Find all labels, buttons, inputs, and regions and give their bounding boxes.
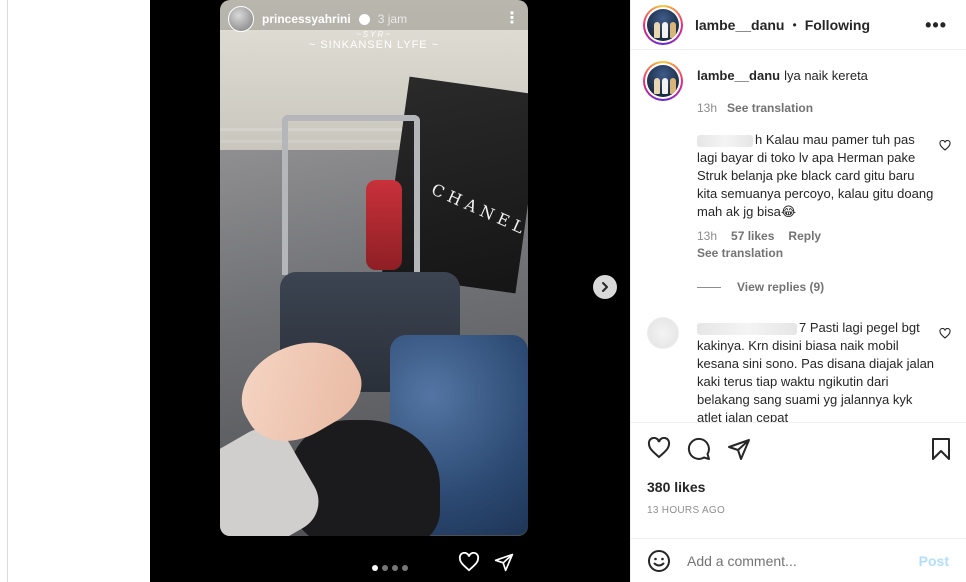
comments-list[interactable]: lambe__danu lya naik kereta 13h See transl… <box>631 51 966 422</box>
story-caption: ~SYR~ ~ SINKANSEN LYFE ~ <box>220 30 528 51</box>
post-comment-button[interactable]: Post <box>919 553 949 569</box>
bookmark-icon[interactable] <box>931 437 951 461</box>
caption-meta: 13h See translation <box>697 101 813 115</box>
comment-icon[interactable] <box>687 437 711 461</box>
view-replies-button[interactable]: View replies (9) <box>697 280 824 294</box>
post-actions: 380 likes 13 HOURS AGO <box>631 422 966 547</box>
comment-input[interactable] <box>687 552 907 569</box>
caption-body: lya naik kereta <box>784 68 868 83</box>
story-header: princessyahrini 3 jam ⋮ <box>228 6 520 32</box>
carousel-dot <box>382 565 388 571</box>
comment-text: h Kalau mau pamer tuh pas lagi bayar di … <box>697 131 937 221</box>
caption-see-translation[interactable]: See translation <box>727 101 813 115</box>
page-left-edge <box>0 0 8 582</box>
chevron-right-icon <box>602 282 608 292</box>
story-caption-small: ~SYR~ <box>356 30 392 39</box>
caption-avatar[interactable] <box>643 61 683 101</box>
share-icon[interactable] <box>727 437 751 461</box>
comment-time: 13h <box>697 229 718 243</box>
likes-count[interactable]: 380 likes <box>647 479 705 495</box>
author-avatar[interactable] <box>643 4 683 45</box>
comment-likes[interactable]: 57 likes <box>731 229 774 243</box>
carousel-dot <box>402 565 408 571</box>
story-screenshot: CHANEL princessyahrini 3 jam ⋮ ~SYR~ ~ S… <box>220 0 528 536</box>
blurred-username <box>697 322 797 335</box>
carousel-dots <box>372 565 408 571</box>
caption-time: 13h <box>697 101 718 115</box>
story-username[interactable]: princessyahrini <box>262 12 351 26</box>
comment-meta: 13h 57 likes Reply <box>697 229 835 243</box>
verified-icon <box>358 13 370 25</box>
view-replies-label: View replies (9) <box>737 280 825 294</box>
story-actions <box>458 552 514 572</box>
carousel-dot <box>372 565 378 571</box>
more-horizontal-icon[interactable]: ••• <box>925 15 947 36</box>
replies-line <box>697 286 721 288</box>
like-icon[interactable] <box>647 437 671 459</box>
commenter-avatar[interactable] <box>647 317 679 349</box>
send-icon[interactable] <box>494 552 514 572</box>
following-button[interactable]: Following <box>805 17 870 33</box>
more-vertical-icon[interactable]: ⋮ <box>504 11 520 27</box>
story-time: 3 jam <box>377 12 408 26</box>
heart-icon[interactable] <box>458 552 480 572</box>
add-comment-bar: Post <box>631 538 966 582</box>
comment-body: 7 Pasti lagi pegel bgt kakinya. Krn disi… <box>697 320 935 422</box>
post-side-panel: lambe__danu • Following ••• lambe__danu l… <box>630 0 966 582</box>
next-slide-button[interactable] <box>593 275 617 299</box>
story-caption-title: ~ SINKANSEN LYFE ~ <box>308 39 440 51</box>
caption-username[interactable]: lambe__danu <box>697 68 780 83</box>
carousel-dot <box>392 565 398 571</box>
comment-text: 7 Pasti lagi pegel bgt kakinya. Krn disi… <box>697 319 937 422</box>
story-avatar[interactable] <box>228 6 254 32</box>
post-header: lambe__danu • Following ••• <box>631 0 966 50</box>
post-timestamp[interactable]: 13 HOURS AGO <box>647 505 725 516</box>
caption-text: lambe__danu lya naik kereta <box>697 67 947 85</box>
post-media[interactable]: CHANEL princessyahrini 3 jam ⋮ ~SYR~ ~ S… <box>150 0 630 582</box>
emoji-icon[interactable] <box>647 549 671 573</box>
comment-see-translation[interactable]: See translation <box>697 246 783 260</box>
header-separator: • <box>792 17 797 32</box>
blurred-username <box>697 134 753 147</box>
comment-like-icon[interactable] <box>939 328 951 339</box>
suitcase-handle <box>282 115 420 275</box>
comment-like-icon[interactable] <box>939 140 951 151</box>
comment-reply[interactable]: Reply <box>788 229 821 243</box>
author-username[interactable]: lambe__danu <box>695 17 784 33</box>
